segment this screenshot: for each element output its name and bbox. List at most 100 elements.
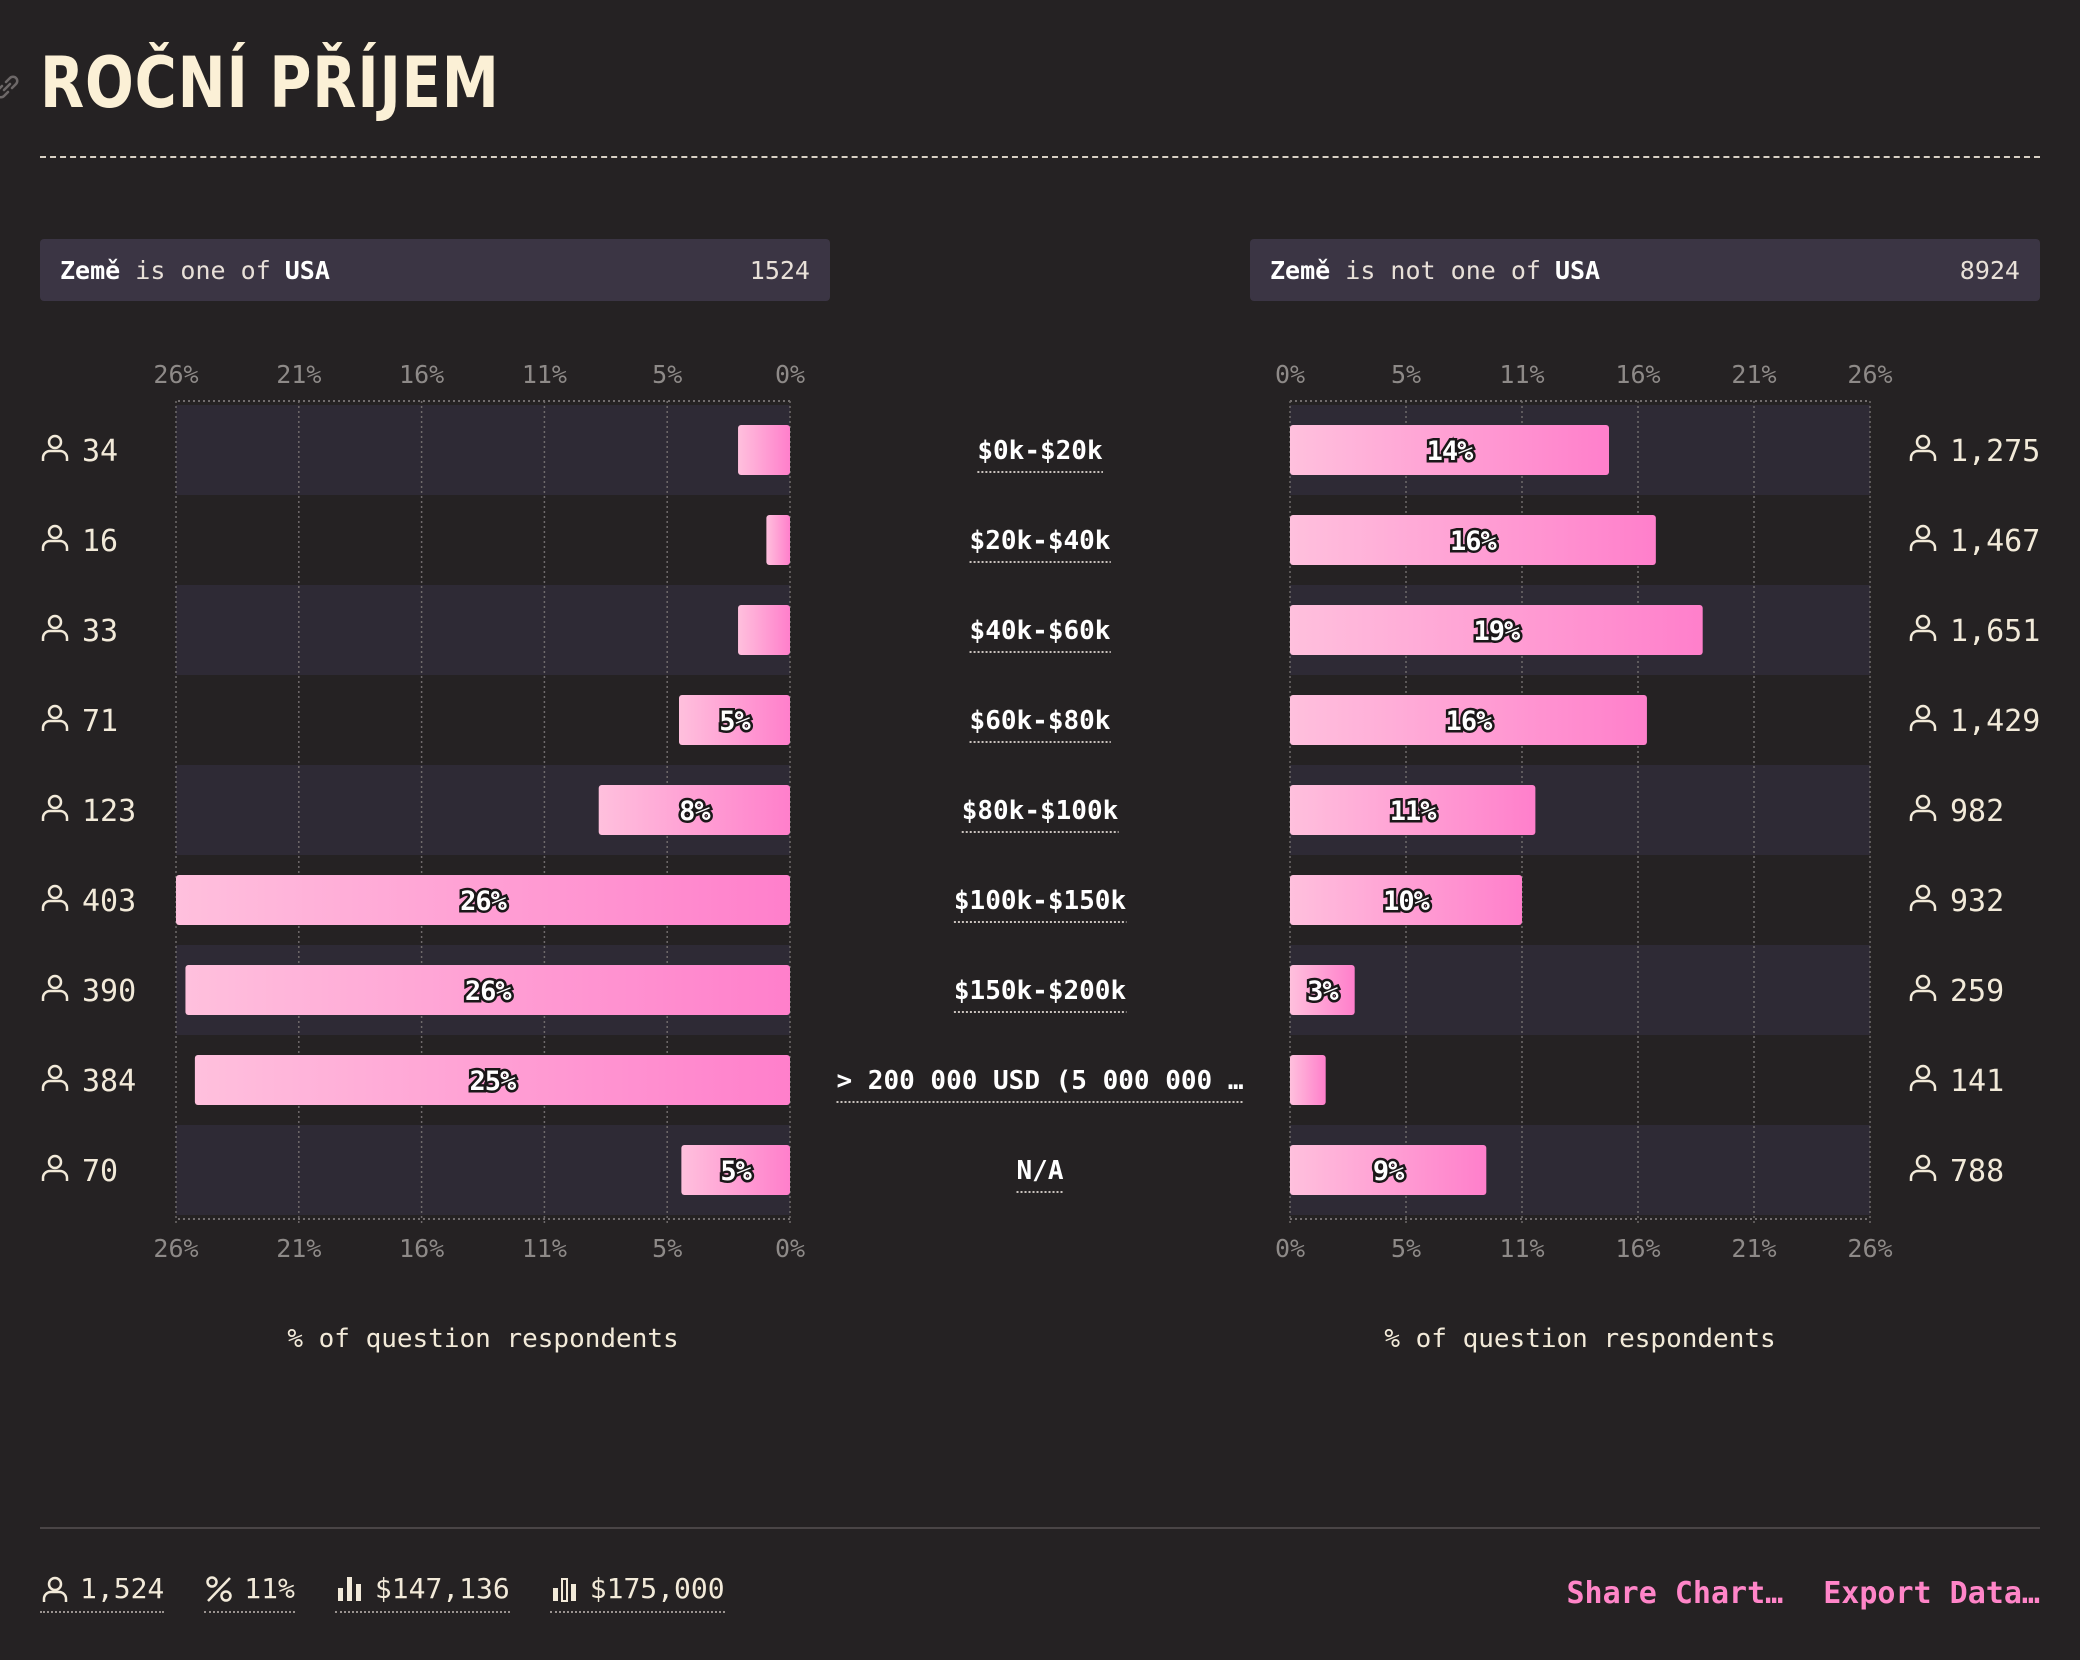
bar-label-left: 8% [679, 796, 711, 827]
stat-percent-value: 11% [244, 1572, 295, 1605]
person-icon [1909, 884, 1937, 911]
count-label-right: 982 [1950, 794, 2004, 829]
person-icon [1909, 614, 1937, 641]
person-icon [1909, 974, 1937, 1001]
bar-label-right: 16% [1450, 526, 1498, 557]
bar-left [766, 515, 790, 565]
row-band [176, 585, 790, 675]
person-icon [41, 614, 69, 641]
person-icon [1909, 1154, 1937, 1181]
person-icon [41, 524, 69, 551]
median-chart-icon [552, 1577, 576, 1602]
category-label: $60k-$80k [970, 706, 1111, 736]
stat-respondents[interactable]: 1,524 [40, 1572, 165, 1613]
category-label: $0k-$20k [977, 436, 1103, 466]
person-icon [41, 1064, 69, 1091]
person-icon [1909, 704, 1937, 731]
tick-label-right-bottom: 21% [1731, 1234, 1776, 1263]
tick-label-left-top: 11% [522, 360, 567, 389]
tick-label-left-bottom: 21% [276, 1234, 321, 1263]
share-chart-link[interactable]: Share Chart… [1567, 1576, 1784, 1611]
tick-label-right-bottom: 5% [1391, 1234, 1421, 1263]
tick-label-right-top: 16% [1615, 360, 1660, 389]
person-icon [41, 794, 69, 821]
bar-label-right: 14% [1427, 436, 1475, 467]
row-band [176, 405, 790, 495]
category-label: $80k-$100k [962, 796, 1119, 826]
bar-right [1290, 1055, 1326, 1105]
tick-label-left-bottom: 0% [775, 1234, 805, 1263]
income-chart: 0% 0% 5% 5% 11% 11% 16% 16% 21% 21% 26% 26% % of que… [41, 360, 2040, 1354]
count-label-right: 1,275 [1950, 434, 2040, 469]
stat-mean[interactable]: $147,136 [334, 1572, 510, 1613]
stat-median[interactable]: $175,000 [549, 1572, 725, 1613]
bar-label-right: 10% [1383, 886, 1431, 917]
tick-label-left-bottom: 16% [399, 1234, 444, 1263]
stat-mean-value: $147,136 [374, 1572, 510, 1605]
tick-label-right-top: 11% [1499, 360, 1544, 389]
footer-divider [40, 1527, 2040, 1529]
count-label-right: 259 [1950, 974, 2004, 1009]
summary-stats: 1,524 11% $147,136 $175,000 [40, 1572, 725, 1613]
tick-label-right-top: 5% [1391, 360, 1421, 389]
category-label: $40k-$60k [970, 616, 1111, 646]
tick-label-right-top: 0% [1275, 360, 1305, 389]
bar-label-left: 5% [720, 1156, 752, 1187]
person-icon [41, 434, 69, 461]
tick-label-right-bottom: 16% [1615, 1234, 1660, 1263]
percent-icon [206, 1575, 233, 1602]
tick-label-left-top: 26% [153, 360, 198, 389]
tick-label-left-top: 21% [276, 360, 321, 389]
person-icon [41, 974, 69, 1001]
bar-label-left: 25% [470, 1066, 518, 1097]
count-label-left: 123 [82, 794, 136, 829]
count-label-left: 403 [82, 884, 136, 919]
x-axis-title-left: % of question respondents [287, 1324, 678, 1354]
tick-label-left-bottom: 11% [522, 1234, 567, 1263]
tick-label-right-bottom: 11% [1499, 1234, 1544, 1263]
row-band [1290, 945, 1870, 1035]
person-icon [41, 704, 69, 731]
category-label: $150k-$200k [954, 976, 1127, 1006]
count-label-right: 1,429 [1950, 704, 2040, 739]
count-label-left: 390 [82, 974, 136, 1009]
count-label-right: 1,651 [1950, 614, 2040, 649]
count-label-left: 71 [82, 704, 118, 739]
bar-left [738, 605, 790, 655]
count-label-right: 1,467 [1950, 524, 2040, 559]
bar-label-right: 11% [1390, 796, 1438, 827]
person-icon [1909, 434, 1937, 461]
x-axis-title-right: % of question respondents [1384, 1324, 1775, 1354]
bar-label-right: 9% [1373, 1156, 1405, 1187]
stat-percent[interactable]: 11% [204, 1572, 295, 1613]
tick-label-right-bottom: 26% [1847, 1234, 1892, 1263]
bar-label-left: 26% [460, 886, 508, 917]
bar-left [738, 425, 790, 475]
count-label-right: 932 [1950, 884, 2004, 919]
bar-label-left: 5% [719, 706, 751, 737]
bar-label-left: 26% [465, 976, 513, 1007]
count-label-left: 384 [82, 1064, 136, 1099]
export-data-link[interactable]: Export Data… [1823, 1576, 2040, 1611]
count-label-right: 788 [1950, 1154, 2004, 1189]
bar-label-right: 3% [1307, 976, 1339, 1007]
count-label-left: 70 [82, 1154, 118, 1189]
bar-label-right: 19% [1473, 616, 1521, 647]
tick-label-left-bottom: 26% [153, 1234, 198, 1263]
tick-label-right-bottom: 0% [1275, 1234, 1305, 1263]
count-label-left: 33 [82, 614, 118, 649]
count-label-left: 34 [82, 434, 118, 469]
category-label: $100k-$150k [954, 886, 1127, 916]
tick-label-left-top: 16% [399, 360, 444, 389]
person-icon [41, 884, 69, 911]
category-label: $20k-$40k [970, 526, 1111, 556]
person-icon [1909, 794, 1937, 821]
category-label: > 200 000 USD (5 000 000 … [837, 1066, 1244, 1096]
tick-label-right-top: 21% [1731, 360, 1776, 389]
person-icon [1909, 524, 1937, 551]
stat-median-value: $175,000 [589, 1572, 725, 1605]
count-label-right: 141 [1950, 1064, 2004, 1099]
stat-respondents-value: 1,524 [80, 1572, 165, 1605]
person-icon [1909, 1064, 1937, 1091]
mean-chart-icon [337, 1576, 361, 1601]
